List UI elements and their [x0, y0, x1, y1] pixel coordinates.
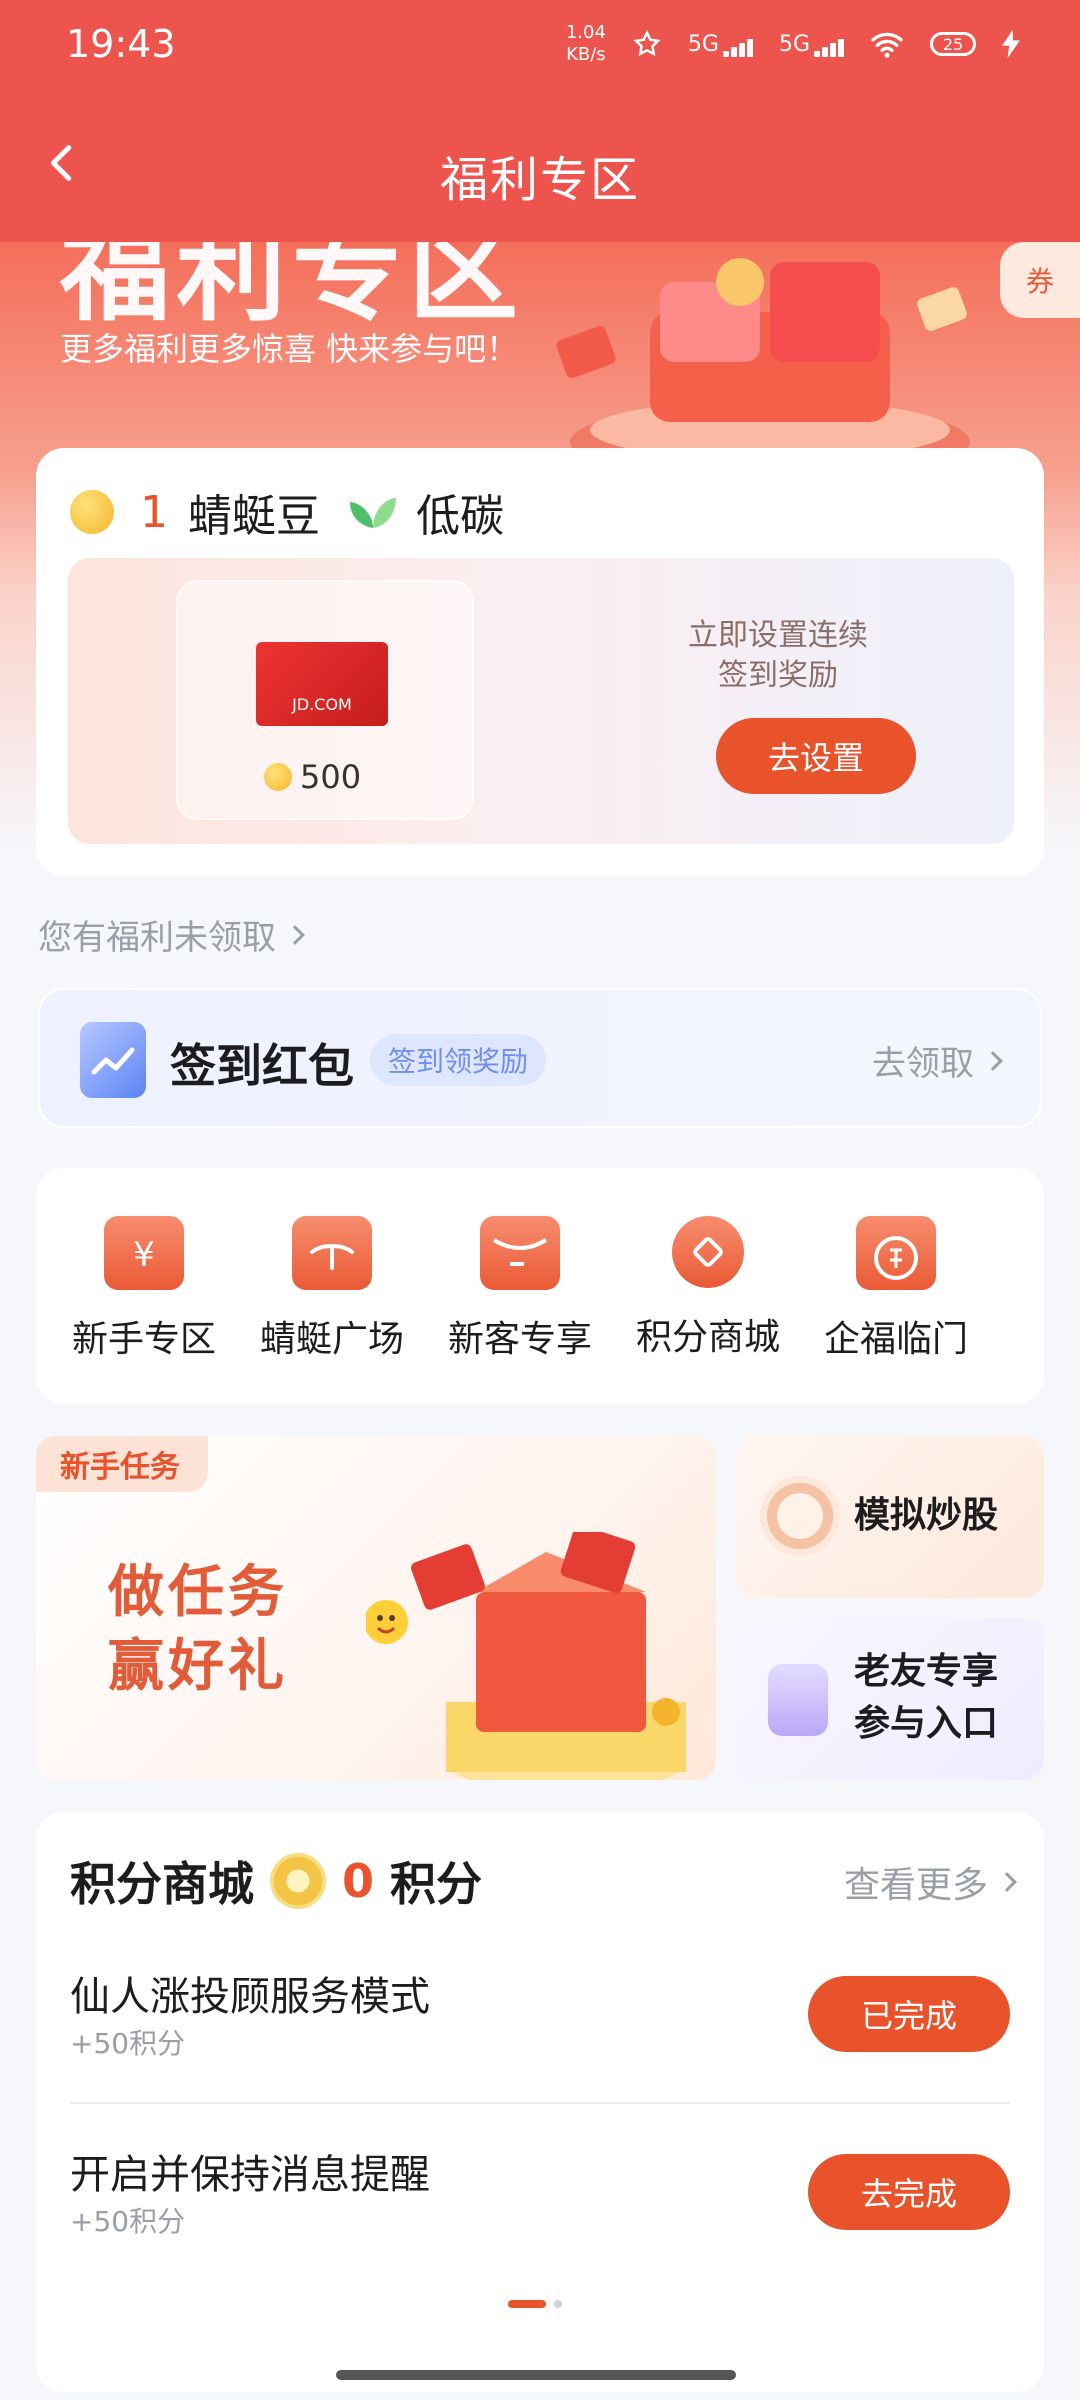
task-title: 开启并保持消息提醒: [70, 2152, 430, 2198]
setup-prompt: 立即设置连续 签到奖励: [688, 618, 868, 693]
task-complete-button[interactable]: 去完成: [808, 2154, 1010, 2230]
claim-link[interactable]: 去领取: [872, 1036, 1003, 1085]
reward-cost: 500: [264, 758, 361, 796]
sim1-signal: 5G: [688, 32, 753, 57]
hero-subtitle: 更多福利更多惊喜 快来参与吧！: [60, 330, 519, 368]
signin-packet-tag: 签到领奖励: [370, 1034, 547, 1086]
entry-points-mall[interactable]: 积分商城: [618, 1216, 798, 1360]
signin-red-packet[interactable]: 签到红包 签到领奖励 去领取: [38, 988, 1042, 1128]
page-dot: [554, 2300, 562, 2308]
signin-packet-label: 签到红包: [170, 1039, 354, 1093]
entry-newbie[interactable]: ¥ 新手专区: [54, 1216, 234, 1362]
lowcarbon-label: 低碳: [416, 491, 504, 542]
task-row: 仙人涨投顾服务模式 +50积分 已完成: [70, 1964, 1010, 2114]
stock-sim-card[interactable]: 模拟炒股: [736, 1436, 1044, 1598]
chart-card-icon: [80, 1022, 146, 1098]
quick-entry-grid: ¥ 新手专区 蜻蜓广场 新客专享 积分商城 企福临门: [36, 1168, 1044, 1404]
points-mall-card: 积分商城 0 积分 查看更多 仙人涨投顾服务模式 +50积分 已完成 开启并保持…: [36, 1812, 1044, 2392]
title-bar: 福利专区: [0, 92, 1080, 242]
beans-count: 1: [140, 486, 168, 538]
status-icons: 1.04 KB/s 5G 5G 25: [566, 22, 1020, 66]
yen-bag-icon: ¥: [104, 1216, 184, 1290]
points-mall-title: 积分商城: [70, 1857, 254, 1911]
page-dot-active: [508, 2300, 546, 2308]
status-time: 19:43: [66, 22, 176, 66]
newbie-task-banner[interactable]: 新手任务 做任务 赢好礼: [36, 1436, 716, 1780]
bean-icon: [264, 763, 292, 791]
charging-icon: [1002, 29, 1020, 59]
divider: [70, 2102, 1010, 2104]
sim2-signal: 5G: [779, 32, 844, 57]
old-friend-card[interactable]: 老友专享 参与入口: [736, 1618, 1044, 1780]
wifi-icon: [871, 32, 903, 58]
entry-new-customer[interactable]: 新客专享: [430, 1216, 610, 1362]
task-row: 开启并保持消息提醒 +50积分 去完成: [70, 2142, 1010, 2292]
leaf-icon: [350, 498, 396, 528]
fu-door-icon: [856, 1216, 936, 1290]
beans-card: 1 蜻蜓豆 低碳 JD.COM 500 立即设置连续 签到奖励 去设置: [36, 448, 1044, 876]
battery-icon: 25: [930, 32, 976, 56]
star-icon: [633, 29, 661, 57]
points-mall-header: 积分商城 0 积分: [70, 1848, 482, 1914]
medal-star-icon: [760, 1476, 840, 1556]
task-completed-button[interactable]: 已完成: [808, 1976, 1010, 2052]
gift-box-illustration: [366, 1532, 686, 1780]
star-coin-icon: [270, 1853, 326, 1909]
svg-text:¥: ¥: [133, 1235, 155, 1275]
chevron-right-icon: [285, 924, 305, 945]
dragonfly-envelope-icon: [292, 1216, 372, 1290]
home-indicator[interactable]: [336, 2370, 736, 2380]
points-count: 0: [342, 1854, 375, 1908]
beans-balance: 1 蜻蜓豆 低碳: [70, 480, 504, 544]
page-title: 福利专区: [439, 152, 640, 208]
task-reward: +50积分: [70, 2027, 186, 2060]
task-ribbon: 新手任务: [36, 1436, 208, 1492]
entry-fu-door[interactable]: 企福临门: [806, 1216, 986, 1362]
gift-bag-icon: [768, 1664, 828, 1736]
task-reward: +50积分: [70, 2205, 186, 2238]
points-unit: 积分: [390, 1857, 483, 1911]
red-packet-icon: [480, 1216, 560, 1290]
signin-reward-panel: JD.COM 500 立即设置连续 签到奖励 去设置: [68, 558, 1014, 844]
task-title: 仙人涨投顾服务模式: [70, 1974, 430, 2020]
coin-icon: [672, 1216, 744, 1288]
task-slogan: 做任务 赢好礼: [108, 1560, 288, 1699]
reward-item[interactable]: JD.COM 500: [176, 580, 474, 820]
page-indicator: [508, 2300, 562, 2308]
gift-pedestal-illustration: [556, 258, 970, 452]
chevron-right-icon: [997, 1872, 1017, 1892]
network-speed: 1.04 KB/s: [565, 22, 606, 65]
bean-icon: [70, 490, 114, 534]
setup-button[interactable]: 去设置: [716, 718, 916, 794]
beans-label: 蜻蜓豆: [188, 491, 320, 542]
chevron-right-icon: [983, 1050, 1003, 1071]
status-bar: 19:43 1.04 KB/s 5G 5G 25: [0, 0, 1080, 92]
coupon-tab[interactable]: 券: [1000, 242, 1080, 318]
entry-dragonfly-plaza[interactable]: 蜻蜓广场: [242, 1216, 422, 1362]
top-bar: 19:43 1.04 KB/s 5G 5G 25 福利专区: [0, 0, 1080, 242]
jd-card-image: JD.COM: [256, 642, 388, 726]
unclaimed-benefits-link[interactable]: 您有福利未领取: [38, 910, 305, 959]
view-more-link[interactable]: 查看更多: [844, 1856, 1017, 1908]
